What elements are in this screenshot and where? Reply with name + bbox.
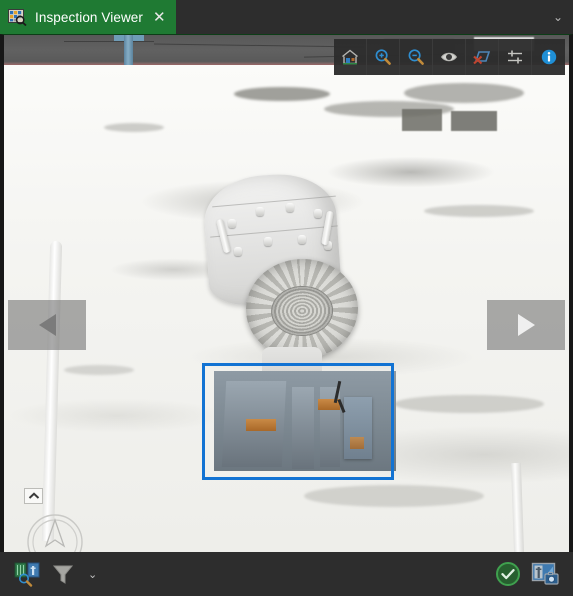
inspection-viewer-window: Inspection Viewer ✕ ⌄ ⌄ (0, 0, 573, 596)
filter-funnel-icon[interactable] (52, 562, 74, 586)
photo-detail (304, 485, 484, 507)
zoom-out-icon[interactable] (400, 39, 433, 75)
photo-detail (234, 87, 330, 101)
photo-detail (404, 83, 524, 103)
north-compass-icon[interactable] (26, 513, 84, 552)
viewer-toolbar (334, 39, 565, 75)
photo-detail (451, 111, 497, 131)
photo-detail (292, 387, 314, 469)
accept-check-button[interactable] (495, 561, 521, 587)
tab-label: Inspection Viewer (35, 9, 144, 25)
photo-detail (104, 123, 164, 132)
photo-detail (350, 437, 364, 449)
previous-image-button[interactable] (8, 300, 86, 350)
home-icon[interactable] (334, 39, 367, 75)
title-bar: Inspection Viewer ✕ ⌄ (0, 0, 573, 34)
inspection-image-search-icon (8, 8, 27, 26)
photo-detail (286, 203, 294, 212)
info-icon[interactable] (532, 39, 565, 75)
inspection-photo (4, 35, 569, 552)
tab-inspection-viewer[interactable]: Inspection Viewer ✕ (0, 0, 176, 34)
photo-detail (269, 284, 335, 338)
photo-detail (64, 365, 134, 375)
image-viewport[interactable] (0, 34, 573, 552)
delete-shape-icon[interactable] (466, 39, 499, 75)
title-bar-spacer (176, 0, 543, 34)
photo-detail (394, 395, 544, 413)
adjustments-icon[interactable] (499, 39, 532, 75)
chevron-up-icon (28, 492, 39, 499)
photo-detail (246, 419, 276, 431)
photo-detail (298, 235, 306, 244)
photo-detail (424, 205, 534, 217)
photo-detail (256, 207, 264, 216)
photo-detail (344, 397, 372, 459)
collapse-panel-button[interactable] (24, 488, 43, 504)
image-compare-search-icon[interactable] (14, 561, 42, 587)
photo-detail (402, 109, 442, 131)
eye-icon[interactable] (433, 39, 466, 75)
photo-detail (264, 237, 272, 246)
chevron-down-icon[interactable]: ⌄ (543, 0, 573, 34)
filter-chevron-down-icon[interactable]: ⌄ (84, 568, 101, 581)
photo-detail (228, 219, 236, 228)
next-image-button[interactable] (487, 300, 565, 350)
photo-detail (234, 247, 242, 256)
chevron-right-icon (517, 314, 535, 336)
bottom-toolbar: ⌄ (0, 552, 573, 596)
close-icon[interactable]: ✕ (153, 10, 166, 25)
photo-snow-cannon (200, 170, 396, 471)
photo-detail (64, 41, 154, 42)
chevron-left-icon (38, 314, 56, 336)
photo-detail (314, 209, 322, 218)
image-camera-icon[interactable] (531, 561, 559, 587)
zoom-in-icon[interactable] (367, 39, 400, 75)
